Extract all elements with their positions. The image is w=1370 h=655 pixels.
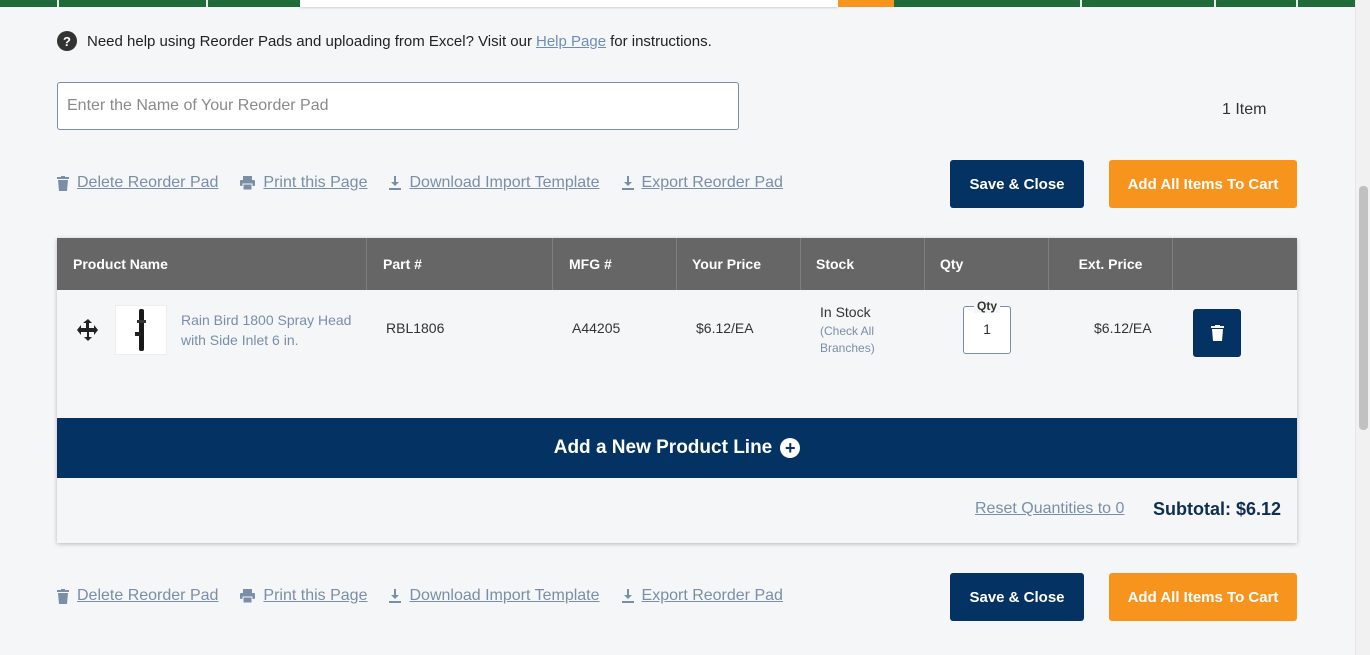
download-template-link[interactable]: Download Import Template	[389, 587, 600, 605]
help-banner: ? Need help using Reorder Pads and uploa…	[57, 31, 712, 51]
reorder-pad-name-input[interactable]	[57, 82, 739, 130]
reorder-pad-table: Product Name Part # MFG # Your Price Sto…	[57, 238, 1297, 543]
table-row: Rain Bird 1800 Spray Head with Side Inle…	[57, 290, 1297, 418]
top-actions: Delete Reorder Pad Print this Page Downl…	[57, 173, 805, 193]
save-close-button[interactable]: Save & Close	[950, 573, 1084, 621]
col-your-price: Your Price	[677, 238, 801, 290]
save-close-button[interactable]: Save & Close	[950, 160, 1084, 208]
add-all-to-cart-button[interactable]: Add All Items To Cart	[1109, 160, 1297, 208]
table-footer: Reset Quantities to 0 Subtotal: $6.12	[57, 478, 1297, 543]
stock-status: In Stock	[820, 304, 871, 320]
nav-search-button[interactable]	[838, 0, 894, 7]
delete-line-button[interactable]	[1193, 309, 1241, 357]
col-product-name: Product Name	[57, 238, 367, 290]
download-template-link[interactable]: Download Import Template	[389, 174, 600, 192]
top-nav-strip	[0, 0, 1355, 7]
print-label: Print this Page	[263, 587, 368, 604]
subtotal: Subtotal: $6.12	[1153, 499, 1282, 519]
product-name-link[interactable]: Rain Bird 1800 Spray Head with Side Inle…	[181, 310, 361, 350]
export-reorder-pad-link[interactable]: Export Reorder Pad	[621, 587, 783, 605]
part-number: RBL1806	[386, 320, 445, 336]
trash-icon	[57, 588, 69, 604]
print-page-link[interactable]: Print this Page	[240, 587, 367, 605]
trash-icon	[57, 175, 69, 191]
download-label: Download Import Template	[409, 174, 600, 191]
add-line-label: Add a New Product Line	[553, 437, 773, 458]
help-text-after: for instructions.	[610, 32, 712, 50]
qty-label: Qty	[974, 299, 1001, 313]
your-price: $6.12/EA	[696, 320, 754, 336]
product-image[interactable]	[115, 305, 167, 355]
download-label: Download Import Template	[409, 587, 600, 604]
export-label: Export Reorder Pad	[641, 174, 783, 191]
table-header: Product Name Part # MFG # Your Price Sto…	[57, 238, 1297, 290]
export-reorder-pad-link[interactable]: Export Reorder Pad	[621, 174, 783, 192]
trash-icon	[1210, 325, 1224, 341]
check-all-branches-link[interactable]: (Check All Branches)	[820, 323, 890, 357]
plus-circle-icon: +	[780, 438, 801, 458]
help-text-before: Need help using Reorder Pads and uploadi…	[87, 32, 532, 50]
col-qty: Qty	[925, 238, 1049, 290]
export-label: Export Reorder Pad	[641, 587, 783, 604]
delete-label: Delete Reorder Pad	[77, 587, 219, 604]
col-ext-price: Ext. Price	[1049, 238, 1173, 290]
nav-divider	[206, 0, 208, 7]
ext-price: $6.12/EA	[1094, 320, 1152, 336]
nav-divider	[1080, 0, 1082, 7]
printer-icon	[240, 589, 256, 603]
nav-divider	[1296, 0, 1298, 7]
mfg-number: A44205	[572, 320, 621, 336]
add-product-line-button[interactable]: Add a New Product Line +	[57, 418, 1297, 478]
printer-icon	[240, 176, 256, 190]
item-count: 1 Item	[1222, 101, 1267, 118]
add-all-to-cart-button[interactable]: Add All Items To Cart	[1109, 573, 1297, 621]
scrollbar-thumb[interactable]	[1359, 186, 1368, 430]
nav-divider	[57, 0, 59, 7]
download-icon	[389, 176, 402, 190]
qty-value: 1	[983, 321, 991, 337]
page-scrollbar[interactable]	[1355, 0, 1370, 655]
download-icon	[621, 176, 634, 190]
bottom-actions: Delete Reorder Pad Print this Page Downl…	[57, 586, 805, 606]
delete-label: Delete Reorder Pad	[77, 174, 219, 191]
quantity-input[interactable]: Qty 1	[963, 299, 1011, 354]
col-actions	[1173, 238, 1297, 290]
delete-reorder-pad-link[interactable]: Delete Reorder Pad	[57, 587, 218, 605]
drag-handle-icon[interactable]	[77, 319, 99, 341]
reset-quantities-link[interactable]: Reset Quantities to 0	[975, 500, 1124, 518]
nav-search-segment[interactable]	[300, 0, 838, 7]
print-label: Print this Page	[263, 174, 368, 191]
download-icon	[389, 589, 402, 603]
print-page-link[interactable]: Print this Page	[240, 174, 367, 192]
question-icon: ?	[57, 31, 77, 51]
delete-reorder-pad-link[interactable]: Delete Reorder Pad	[57, 174, 218, 192]
download-icon	[621, 589, 634, 603]
help-page-link[interactable]: Help Page	[536, 33, 606, 50]
sprinkler-image	[135, 309, 146, 351]
col-mfg: MFG #	[553, 238, 677, 290]
col-stock: Stock	[801, 238, 925, 290]
nav-divider	[1214, 0, 1216, 7]
col-part: Part #	[367, 238, 553, 290]
